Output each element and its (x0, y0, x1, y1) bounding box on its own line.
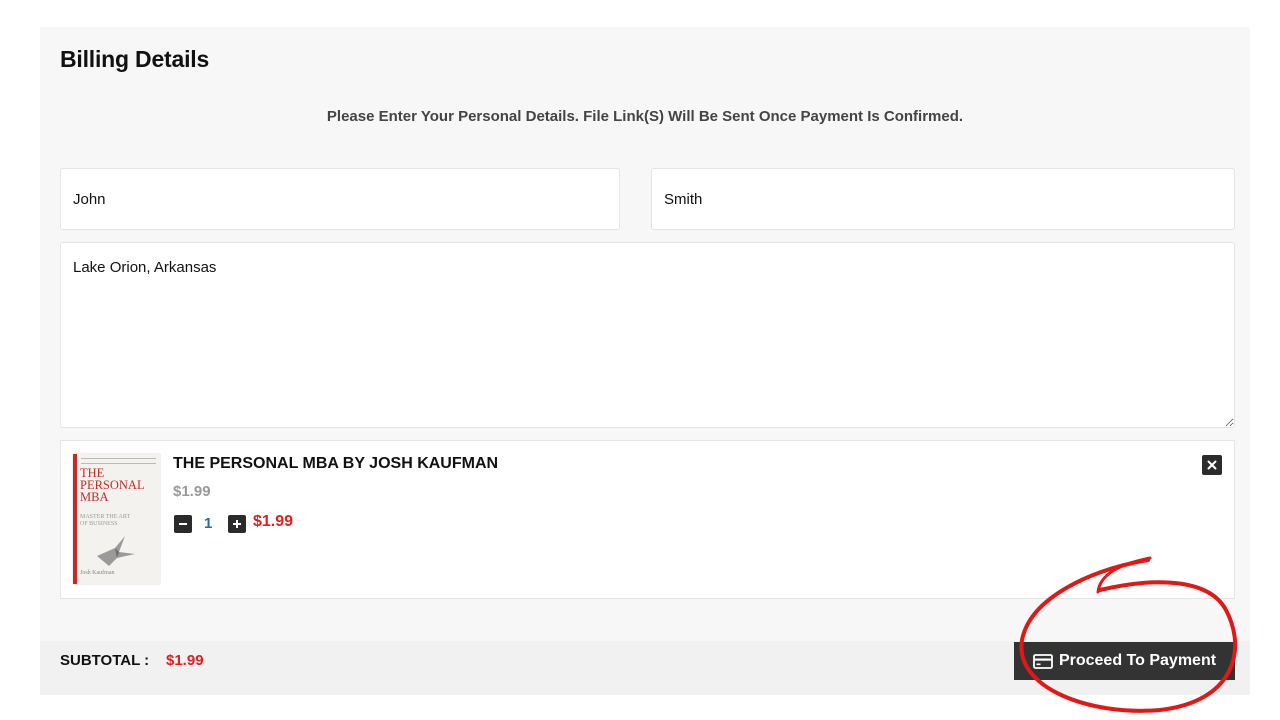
cover-title: THE PERSONAL MBA (80, 466, 145, 504)
proceed-to-payment-label: Proceed To Payment (1058, 652, 1217, 669)
item-unit-price: $1.99 (173, 483, 211, 500)
paper-crane-icon (97, 536, 135, 566)
cart-item: THE PERSONAL MBA MASTER THE ART OF BUSINESS… (60, 440, 1235, 599)
cover-top-rule (81, 458, 156, 464)
first-name-field[interactable] (60, 168, 620, 230)
proceed-to-payment-button[interactable]: Proceed To Payment (1014, 642, 1235, 680)
minus-icon (179, 523, 187, 525)
close-icon (1207, 460, 1217, 470)
page-title: Billing Details (60, 46, 210, 72)
subtotal-value: $1.99 (166, 652, 204, 669)
remove-item-button[interactable] (1202, 455, 1222, 475)
credit-card-icon (1033, 653, 1053, 669)
plus-icon (233, 520, 241, 528)
item-line-total: $1.99 (253, 513, 294, 530)
book-cover-image: THE PERSONAL MBA MASTER THE ART OF BUSINESS… (73, 454, 160, 584)
last-name-field[interactable] (651, 168, 1235, 230)
quantity-value: 1 (204, 515, 213, 532)
cover-subtitle: MASTER THE ART OF BUSINESS (80, 514, 131, 527)
address-field[interactable]: Lake Orion, Arkansas (60, 242, 1235, 428)
increase-quantity-button[interactable] (228, 515, 246, 533)
cover-author: Josh Kaufman (80, 570, 115, 576)
subtotal-label: SUBTOTAL : (60, 652, 150, 669)
item-name: THE PERSONAL MBA BY JOSH KAUFMAN (173, 455, 499, 472)
decrease-quantity-button[interactable] (174, 515, 192, 533)
page-subtitle: Please Enter Your Personal Details. File… (326, 108, 964, 125)
